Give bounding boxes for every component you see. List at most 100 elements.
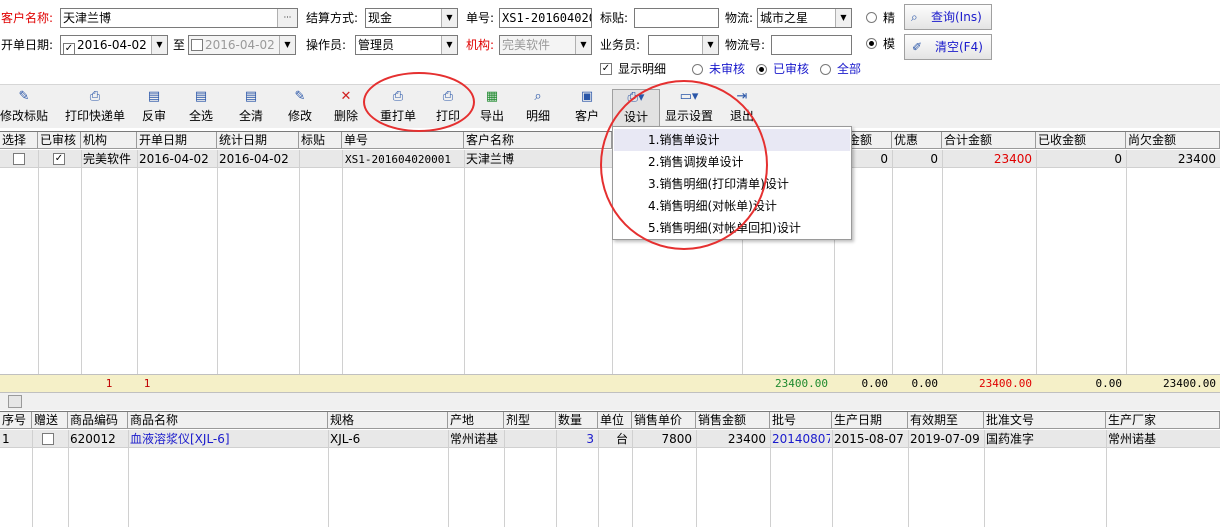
- toolbar-button-1[interactable]: ⎙ 打印快递单: [60, 89, 130, 127]
- toolbar-button-10[interactable]: ⌕ 明细: [514, 89, 562, 127]
- footer-owed: 23400.00: [1163, 377, 1216, 390]
- printer-icon: ⎙: [89, 89, 101, 104]
- column-header[interactable]: 尚欠金额: [1126, 132, 1220, 149]
- org-select[interactable]: 完美软件 ▼: [499, 35, 592, 55]
- date-from-picker[interactable]: ✓ 2016-04-02 ▼: [60, 35, 168, 55]
- sticker-input[interactable]: [634, 8, 719, 28]
- column-header[interactable]: 有效期至: [908, 412, 984, 429]
- toolbar-label: 客户: [574, 109, 599, 123]
- column-header[interactable]: 选择: [0, 132, 38, 149]
- column-header[interactable]: 批准文号: [984, 412, 1106, 429]
- footer-discount: 0.00: [911, 377, 939, 390]
- cell-org: 完美软件: [83, 152, 132, 166]
- cell-stat-date: 2016-04-02: [219, 152, 289, 166]
- toolbar-button-6[interactable]: ✕ 删除: [322, 89, 370, 127]
- fuzzy-label: 模: [883, 37, 896, 51]
- select-checkbox[interactable]: [13, 153, 25, 165]
- toolbar-button-3[interactable]: ▤ 全选: [177, 89, 225, 127]
- unaudited-radio[interactable]: [692, 64, 703, 75]
- clear-button[interactable]: ✐ 清空(F4): [904, 34, 992, 60]
- toolbar-button-9[interactable]: ▦ 导出: [468, 89, 516, 127]
- cell-price: 7800: [661, 432, 692, 446]
- date-from-checkbox[interactable]: ✓: [63, 43, 75, 54]
- toolbar-button-11[interactable]: ▣ 客户: [563, 89, 611, 127]
- grid-line: [68, 430, 69, 527]
- toolbar-button-5[interactable]: ✎ 修改: [276, 89, 324, 127]
- settle-select[interactable]: 现金 ▼: [365, 8, 458, 28]
- splitter-bar[interactable]: [0, 392, 1220, 410]
- collapse-toggle[interactable]: [8, 395, 22, 408]
- column-header[interactable]: 统计日期: [217, 132, 299, 149]
- column-header[interactable]: 生产厂家: [1106, 412, 1220, 429]
- customer-input[interactable]: 天津兰博 ···: [60, 8, 298, 28]
- order-no-input[interactable]: XS1-201604020: [499, 8, 592, 28]
- audited-radio[interactable]: [756, 64, 767, 75]
- column-header[interactable]: 单位: [598, 412, 632, 429]
- cell-customer: 天津兰博: [466, 152, 515, 166]
- grid-line: [1126, 150, 1127, 374]
- audited-checkbox[interactable]: ✓: [53, 153, 65, 165]
- grid-line: [32, 430, 33, 527]
- chevron-down-icon: ▼: [441, 9, 457, 27]
- date-to-picker[interactable]: 2016-04-02 ▼: [188, 35, 296, 55]
- grid-line: [770, 430, 771, 527]
- column-header[interactable]: 销售金额: [696, 412, 770, 429]
- all-radio[interactable]: [820, 64, 831, 75]
- sales-select[interactable]: ▼: [648, 35, 719, 55]
- column-header[interactable]: 规格: [328, 412, 448, 429]
- magnifier-icon: ⌕: [534, 89, 542, 104]
- column-header[interactable]: 开单日期: [137, 132, 217, 149]
- column-header[interactable]: 序号: [0, 412, 32, 429]
- order-no-label: 单号:: [466, 11, 495, 25]
- chevron-down-icon: ▼: [151, 36, 167, 54]
- column-header[interactable]: 优惠: [892, 132, 942, 149]
- gift-checkbox[interactable]: [42, 433, 54, 445]
- highlight-design-menu: [600, 80, 768, 250]
- settle-value: 现金: [368, 11, 393, 25]
- chevron-down-icon: ▼: [575, 36, 591, 54]
- column-header[interactable]: 剂型: [504, 412, 556, 429]
- exact-match-radio[interactable]: [866, 12, 877, 23]
- cell-discount: 0: [930, 152, 938, 166]
- column-header[interactable]: 合计金额: [942, 132, 1036, 149]
- column-header[interactable]: 销售单价: [632, 412, 696, 429]
- org-label: 机构:: [466, 38, 495, 52]
- toolbar-label: 修改: [287, 109, 312, 123]
- column-header[interactable]: 生产日期: [832, 412, 908, 429]
- fuzzy-match-radio[interactable]: [866, 38, 877, 49]
- grid-line: [1036, 150, 1037, 374]
- cell-mfg-date: 2015-08-07: [834, 432, 904, 446]
- column-header[interactable]: 商品名称: [128, 412, 328, 429]
- column-header[interactable]: 批号: [770, 412, 832, 429]
- to-label: 至: [173, 38, 186, 52]
- clear-button-label: 清空(F4): [935, 40, 983, 54]
- column-header[interactable]: 机构: [81, 132, 137, 149]
- date-to-checkbox[interactable]: [191, 39, 203, 51]
- chevron-down-icon: ▼: [702, 36, 718, 54]
- toolbar-button-4[interactable]: ▤ 全清: [227, 89, 275, 127]
- column-header[interactable]: 产地: [448, 412, 504, 429]
- column-header[interactable]: 单号: [342, 132, 464, 149]
- logistics-select[interactable]: 城市之星 ▼: [757, 8, 852, 28]
- grid-line: [448, 430, 449, 527]
- date-label: 开单日期:: [1, 38, 54, 52]
- column-header[interactable]: 客户名称: [464, 132, 612, 149]
- query-button[interactable]: ⌕ 查询(Ins): [904, 4, 992, 30]
- show-detail-checkbox[interactable]: ✓: [600, 63, 612, 75]
- column-header[interactable]: 已审核: [38, 132, 81, 149]
- column-header[interactable]: 数量: [556, 412, 598, 429]
- column-header[interactable]: 商品编码: [68, 412, 128, 429]
- customer-browse-button[interactable]: ···: [277, 9, 297, 27]
- toolbar-label: 全选: [188, 109, 213, 123]
- customer-icon: ▣: [580, 89, 594, 104]
- column-header[interactable]: 标贴: [299, 132, 342, 149]
- column-header[interactable]: 赠送: [32, 412, 68, 429]
- operator-select[interactable]: 管理员 ▼: [355, 35, 458, 55]
- date-from-value: 2016-04-02: [77, 38, 147, 52]
- toolbar-label: 导出: [479, 109, 504, 123]
- logistics-no-input[interactable]: [771, 35, 852, 55]
- toolbar-button-2[interactable]: ▤ 反审: [130, 89, 178, 127]
- unaudited-label: 未审核: [709, 62, 746, 76]
- toolbar-button-0[interactable]: ✎ 修改标贴: [0, 89, 48, 127]
- column-header[interactable]: 已收金额: [1036, 132, 1126, 149]
